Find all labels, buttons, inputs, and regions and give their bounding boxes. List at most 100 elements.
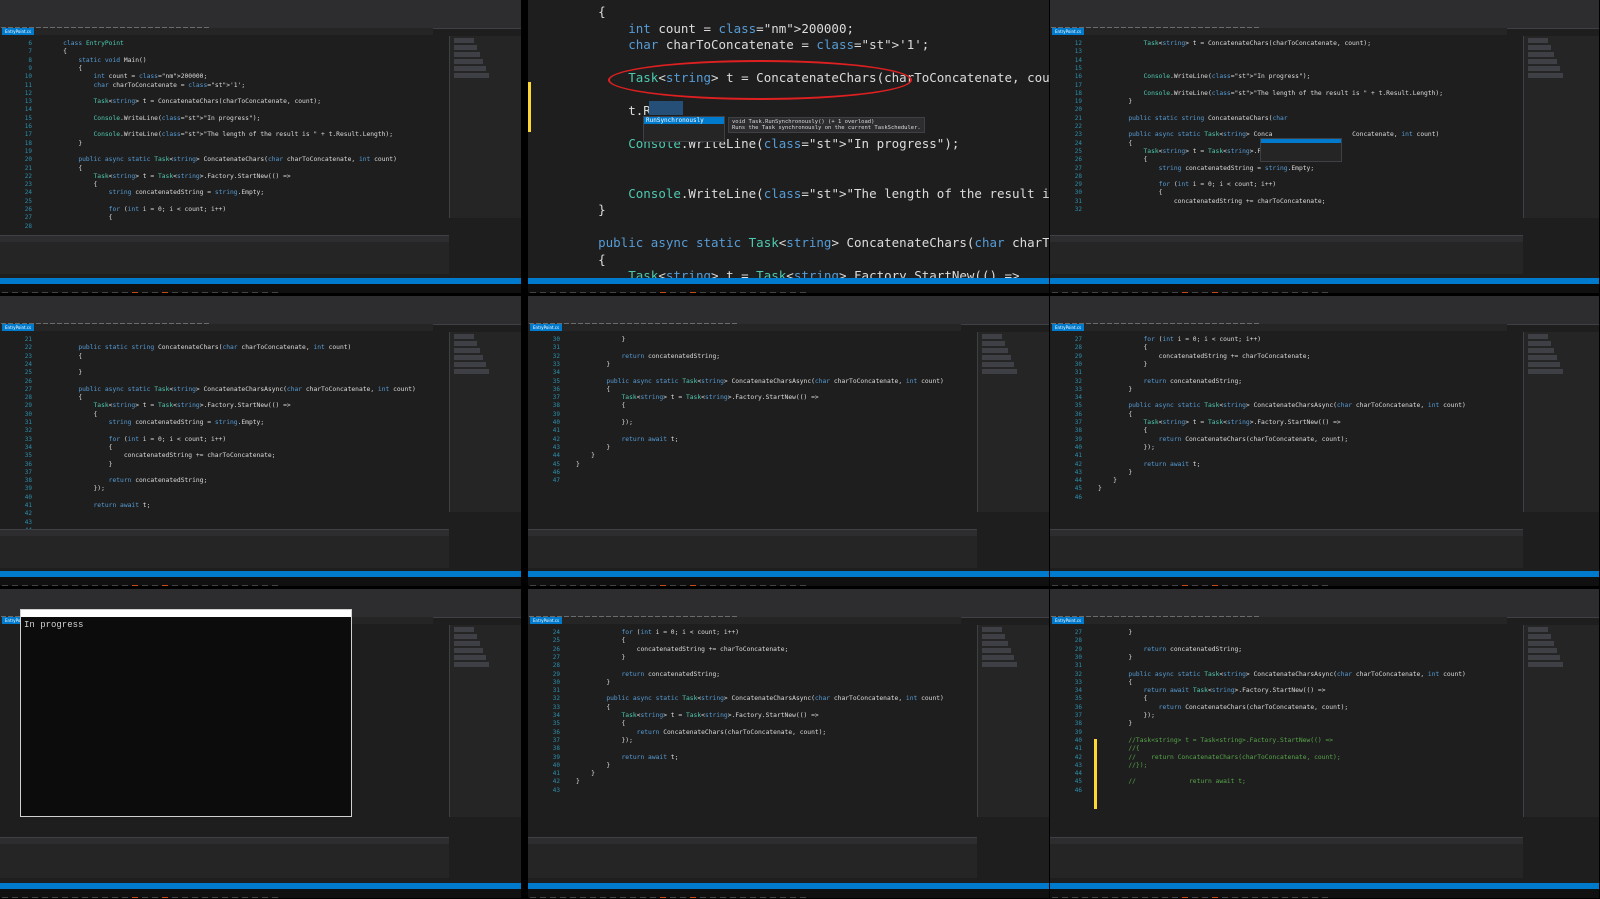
code-line[interactable]: }: [1098, 386, 1132, 393]
taskbar-app-icon[interactable]: [1212, 292, 1218, 293]
code-editor[interactable]: 27 28 29 30 31 32 33 34 35 36 37 38 39 40 41 42 43 44 45 46…: [1050, 332, 1523, 529]
solution-tree-item[interactable]: [453, 348, 480, 353]
taskbar-app-icon[interactable]: [640, 585, 646, 586]
taskbar-app-icon[interactable]: [112, 585, 118, 586]
code-line[interactable]: Console.WriteLine(class="st">"The length…: [568, 186, 1049, 201]
taskbar-app-icon[interactable]: [162, 585, 168, 586]
code-line[interactable]: {: [1098, 411, 1132, 418]
code-line[interactable]: {: [1098, 427, 1147, 434]
taskbar-app-icon[interactable]: [580, 585, 586, 586]
code-line[interactable]: Console.WriteLine(class="st">"The length…: [48, 131, 394, 138]
taskbar-app-icon[interactable]: [102, 585, 108, 586]
code-line[interactable]: int count = class="nm">200000;: [48, 73, 208, 80]
solution-tree-item[interactable]: [1528, 341, 1551, 346]
code-editor[interactable]: 21 22 23 24 25 26 27 28 29 30 31 32 33 34 35 36 37 38 39 40…: [0, 332, 449, 529]
code-line[interactable]: string concatenatedString = string.Empty…: [48, 419, 264, 426]
taskbar-app-icon[interactable]: [650, 585, 656, 586]
taskbar-app-icon[interactable]: [680, 292, 686, 293]
taskbar-app-icon[interactable]: [570, 292, 576, 293]
taskbar-app-icon[interactable]: [82, 292, 88, 293]
taskbar-app-icon[interactable]: [72, 585, 78, 586]
taskbar-app-icon[interactable]: [1312, 292, 1318, 293]
taskbar-app-icon[interactable]: [1222, 585, 1228, 586]
taskbar-app-icon[interactable]: [92, 585, 98, 586]
taskbar-app-icon[interactable]: [750, 292, 756, 293]
code-line[interactable]: Console.WriteLine(class="st">"In progres…: [1098, 73, 1311, 80]
code-editor[interactable]: 27 28 29 30 31 32 33 34 35 36 37 38 39 40 41 42 43 44 45 46…: [1050, 625, 1523, 837]
solution-tree-item[interactable]: [1528, 662, 1563, 667]
code-editor[interactable]: 12 13 14 15 16 17 18 19 20 21 22 23 24 25 26 27 28 29 30 31…: [1050, 36, 1523, 236]
code-line[interactable]: for (int i = 0; i < count; i++): [1098, 181, 1277, 188]
document-tab[interactable]: EntryPoint.cs: [1052, 617, 1085, 624]
taskbar-app-icon[interactable]: [152, 585, 158, 586]
taskbar-app-icon[interactable]: [630, 292, 636, 293]
taskbar-app-icon[interactable]: [1102, 585, 1108, 586]
code-line[interactable]: return await t;: [576, 436, 679, 443]
taskbar-app-icon[interactable]: [1132, 292, 1138, 293]
code-line[interactable]: concatenatedString += charToConcatenate;: [576, 646, 789, 653]
code-line[interactable]: return concatenatedString;: [576, 353, 721, 360]
code-line[interactable]: {: [576, 720, 625, 727]
solution-tree-item[interactable]: [453, 73, 489, 78]
taskbar-app-icon[interactable]: [540, 585, 546, 586]
code-line[interactable]: return await t;: [48, 502, 151, 509]
solution-tree-item[interactable]: [981, 641, 1008, 646]
document-tab[interactable]: EntryPoint.cs: [2, 324, 35, 331]
code-editor[interactable]: 6 7 8 9 10 11 12 13 14 15 16 17 18 19 20 21 22 23 24 25 26 27…: [0, 36, 449, 236]
taskbar-app-icon[interactable]: [620, 292, 626, 293]
taskbar-app-icon[interactable]: [1172, 292, 1178, 293]
solution-tree-item[interactable]: [1528, 45, 1551, 50]
code-line[interactable]: {: [48, 65, 82, 72]
solution-tree-item[interactable]: [981, 348, 1008, 353]
solution-tree-item[interactable]: [1528, 648, 1557, 653]
taskbar-app-icon[interactable]: [102, 292, 108, 293]
solution-tree-item[interactable]: [453, 627, 474, 632]
taskbar-app-icon[interactable]: [720, 585, 726, 586]
code-line[interactable]: }: [1098, 361, 1147, 368]
taskbar-app-icon[interactable]: [1262, 292, 1268, 293]
code-line[interactable]: }: [48, 140, 82, 147]
taskbar-app-icon[interactable]: [1252, 292, 1258, 293]
code-line[interactable]: // return await t;: [1098, 778, 1246, 785]
taskbar-app-icon[interactable]: [1112, 585, 1118, 586]
code-line[interactable]: }: [576, 336, 625, 343]
taskbar-app-icon[interactable]: [710, 585, 716, 586]
taskbar-app-icon[interactable]: [1082, 585, 1088, 586]
solution-tree-item[interactable]: [1528, 641, 1554, 646]
code-line[interactable]: public async static Task<string> Concate…: [48, 156, 397, 163]
code-line[interactable]: //Task<string> t = Task<string>.Factory.…: [1098, 737, 1333, 744]
code-line[interactable]: public static string ConcatenateChars(ch…: [1098, 115, 1287, 122]
taskbar-app-icon[interactable]: [252, 292, 258, 293]
taskbar-app-icon[interactable]: [650, 292, 656, 293]
taskbar-app-icon[interactable]: [690, 292, 696, 293]
code-line[interactable]: {: [48, 214, 113, 221]
code-line[interactable]: {: [568, 4, 606, 19]
taskbar-app-icon[interactable]: [1302, 585, 1308, 586]
code-line[interactable]: for (int i = 0; i < count; i++): [48, 436, 227, 443]
code-editor[interactable]: 24 25 26 27 28 29 30 31 32 33 34 35 36 37 38 39 40 41 42 43…: [528, 625, 977, 837]
taskbar-app-icon[interactable]: [770, 292, 776, 293]
taskbar-app-icon[interactable]: [720, 292, 726, 293]
code-line[interactable]: }: [1098, 477, 1117, 484]
solution-tree-item[interactable]: [453, 334, 474, 339]
solution-tree-item[interactable]: [981, 634, 1005, 639]
taskbar-app-icon[interactable]: [1182, 585, 1188, 586]
code-line[interactable]: public async static Task<string> Concate…: [48, 386, 416, 393]
solution-tree-item[interactable]: [1528, 73, 1563, 78]
solution-tree-item[interactable]: [453, 369, 489, 374]
taskbar-app-icon[interactable]: [1202, 585, 1208, 586]
code-line[interactable]: {: [576, 704, 610, 711]
taskbar-app-icon[interactable]: [550, 292, 556, 293]
code-line[interactable]: char charToConcatenate = class="st">'1';: [48, 82, 246, 89]
code-line[interactable]: return ConcatenateChars(charToConcatenat…: [1098, 436, 1349, 443]
taskbar-app-icon[interactable]: [570, 585, 576, 586]
taskbar-app-icon[interactable]: [740, 585, 746, 586]
taskbar-app-icon[interactable]: [92, 292, 98, 293]
code-line[interactable]: {: [576, 637, 625, 644]
code-line[interactable]: }: [576, 654, 625, 661]
taskbar-app-icon[interactable]: [22, 292, 28, 293]
taskbar-app-icon[interactable]: [590, 585, 596, 586]
taskbar-app-icon[interactable]: [620, 585, 626, 586]
taskbar-app-icon[interactable]: [32, 585, 38, 586]
solution-tree-item[interactable]: [1528, 362, 1560, 367]
